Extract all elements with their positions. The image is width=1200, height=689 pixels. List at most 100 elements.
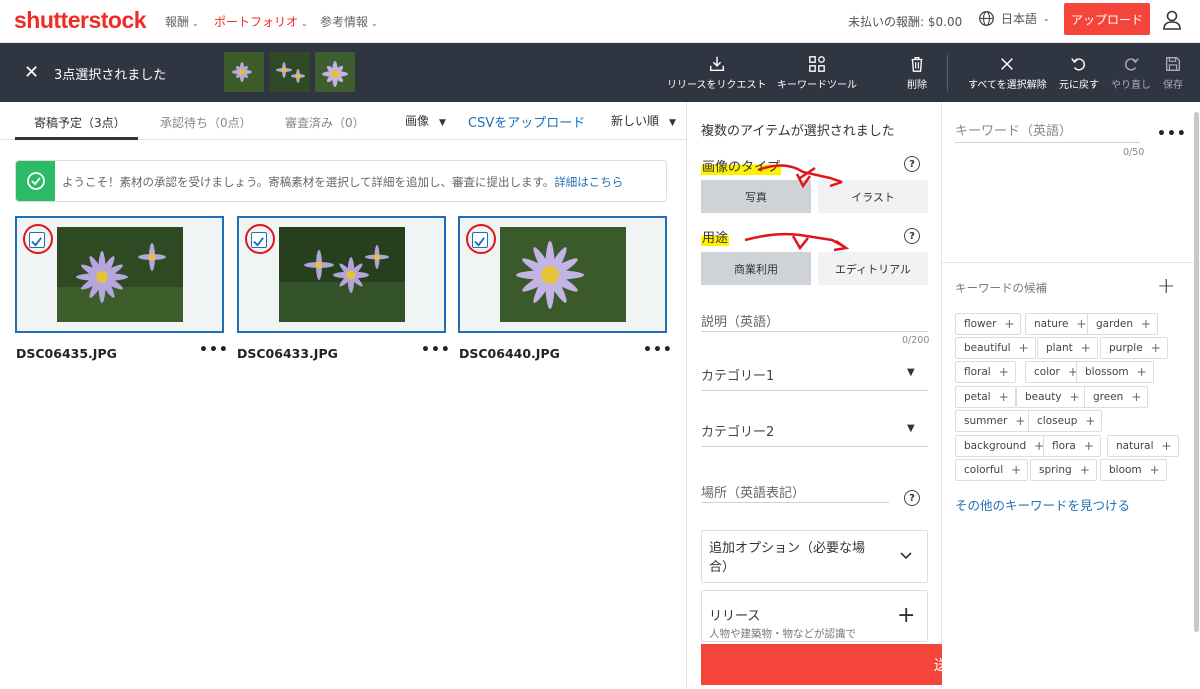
add-keyword-icon[interactable]: + [1084, 439, 1094, 453]
keyword-chip-label: nature [1034, 318, 1069, 330]
asset-more-menu[interactable]: ••• [643, 342, 673, 358]
keyword-chip[interactable]: flower + [955, 313, 1022, 335]
help-icon[interactable]: ? [904, 156, 920, 172]
category2-select[interactable]: カテゴリー2 [701, 421, 774, 440]
category1-select[interactable]: カテゴリー1 [701, 365, 774, 384]
keyword-chip[interactable]: garden + [1087, 313, 1159, 335]
keyword-chip[interactable]: natural + [1107, 435, 1179, 457]
help-icon[interactable]: ? [904, 228, 920, 244]
tab-reviewed[interactable]: 審査済み（0） [285, 114, 365, 131]
keyword-chip[interactable]: plant + [1037, 337, 1098, 359]
add-release-icon[interactable]: + [897, 605, 915, 627]
trash-icon [911, 57, 923, 72]
selected-thumbnail[interactable] [270, 52, 310, 92]
image-type-illustration[interactable]: イラスト [818, 180, 928, 213]
keyword-chip-label: plant [1046, 342, 1073, 354]
additional-options-accordion[interactable]: 追加オプション（必要な場合） [701, 530, 928, 583]
user-account-icon[interactable] [1162, 9, 1182, 35]
add-keyword-icon[interactable]: + [1141, 317, 1151, 331]
keyword-chip[interactable]: floral + [955, 361, 1016, 383]
add-keyword-icon[interactable]: + [1137, 365, 1147, 379]
media-type-filter[interactable]: 画像 ▼ [405, 112, 446, 129]
description-input[interactable]: 説明（英語） [701, 311, 779, 330]
nav-earnings[interactable]: 報酬 ⌄ [165, 13, 199, 30]
add-keyword-icon[interactable]: + [1080, 463, 1090, 477]
request-release-button[interactable]: リリースをリクエスト [667, 55, 767, 91]
keyword-chip[interactable]: blossom + [1076, 361, 1154, 383]
close-selection-icon[interactable]: ✕ [24, 62, 39, 83]
keyword-chip-label: summer [964, 415, 1008, 427]
add-keyword-icon[interactable]: + [1019, 341, 1029, 355]
language-selector[interactable]: 日本語 ⌄ [978, 10, 1050, 27]
save-button[interactable]: 保存 [1163, 55, 1183, 91]
keyword-chip[interactable]: nature + [1025, 313, 1094, 335]
csv-upload-link[interactable]: CSVをアップロード [468, 112, 585, 131]
keyword-chip[interactable]: beauty + [1016, 386, 1087, 408]
selected-thumbnail[interactable] [224, 52, 264, 92]
tab-pending[interactable]: 承認待ち（0点） [160, 114, 252, 131]
image-type-photo[interactable]: 写真 [701, 180, 811, 213]
add-all-keywords-icon[interactable]: + [1157, 274, 1175, 299]
keyword-tool-button[interactable]: キーワードツール [777, 55, 857, 91]
release-section[interactable]: リリース 人物や建築物・物などが認識で + [701, 590, 928, 642]
nav-resources[interactable]: 参考情報 ⌄ [320, 13, 378, 30]
unpaid-earnings[interactable]: 未払いの報酬: $0.00 [848, 13, 962, 30]
shutterstock-logo[interactable]: shutterstock [14, 7, 147, 34]
keywords-panel: キーワード（英語） ••• 0/50 キーワードの候補 + flower + nat… [942, 102, 1200, 689]
nav-portfolio[interactable]: ポートフォリオ ⌄ [214, 13, 308, 30]
asset-card[interactable] [458, 216, 667, 333]
upload-button[interactable]: アップロード [1064, 3, 1150, 35]
keyword-input[interactable]: キーワード（英語） [955, 120, 1072, 139]
keyword-more-menu[interactable]: ••• [1157, 126, 1187, 142]
add-keyword-icon[interactable]: + [1151, 341, 1161, 355]
keyword-chip[interactable]: background + [955, 435, 1052, 457]
keyword-chip[interactable]: spring + [1030, 459, 1097, 481]
keyword-chip[interactable]: green + [1084, 386, 1149, 408]
sort-dropdown[interactable]: 新しい順 ▼ [611, 112, 676, 129]
usage-editorial[interactable]: エディトリアル [818, 252, 928, 285]
add-keyword-icon[interactable]: + [1011, 463, 1021, 477]
delete-button[interactable]: 削除 [907, 55, 927, 91]
find-more-keywords-link[interactable]: その他のキーワードを見つける [955, 495, 1130, 514]
tab-to-submit[interactable]: 寄稿予定（3点） [34, 114, 126, 131]
asset-card[interactable] [237, 216, 446, 333]
add-keyword-icon[interactable]: + [1150, 463, 1160, 477]
keyword-chip[interactable]: colorful + [955, 459, 1029, 481]
add-keyword-icon[interactable]: + [999, 390, 1009, 404]
asset-image [500, 227, 626, 322]
keyword-chip[interactable]: beautiful + [955, 337, 1036, 359]
add-keyword-icon[interactable]: + [1131, 390, 1141, 404]
add-keyword-icon[interactable]: + [1070, 390, 1080, 404]
add-keyword-icon[interactable]: + [1162, 439, 1172, 453]
add-keyword-icon[interactable]: + [1081, 341, 1091, 355]
keyword-chip-label: closeup [1037, 415, 1078, 427]
add-keyword-icon[interactable]: + [1085, 414, 1095, 428]
top-navigation: shutterstock 報酬 ⌄ ポートフォリオ ⌄ 参考情報 ⌄ 未払いの報酬: … [0, 0, 1200, 43]
keyword-chip[interactable]: purple + [1100, 337, 1168, 359]
keyword-chip[interactable]: closeup + [1028, 410, 1103, 432]
location-input[interactable]: 場所（英語表記） [701, 482, 805, 501]
keyword-chip[interactable]: petal + [955, 386, 1016, 408]
learn-more-link[interactable]: 詳細はこちら [554, 175, 623, 189]
add-keyword-icon[interactable]: + [1004, 317, 1014, 331]
help-icon[interactable]: ? [904, 490, 920, 506]
usage-commercial[interactable]: 商業利用 [701, 252, 811, 285]
chevron-down-icon: ⌄ [301, 19, 308, 28]
asset-more-menu[interactable]: ••• [199, 342, 229, 358]
deselect-all-button[interactable]: すべてを選択解除 [968, 55, 1047, 91]
keyword-chip[interactable]: bloom + [1100, 459, 1167, 481]
keyword-chip[interactable]: summer + [955, 410, 1033, 432]
asset-filename: DSC06435.JPG [16, 346, 117, 361]
asset-card[interactable] [15, 216, 224, 333]
undo-button[interactable]: 元に戻す [1059, 55, 1099, 91]
asset-more-menu[interactable]: ••• [421, 342, 451, 358]
additional-options-label: 追加オプション（必要な場合） [709, 541, 866, 575]
keyword-chip[interactable]: flora + [1043, 435, 1101, 457]
add-keyword-icon[interactable]: + [1076, 317, 1086, 331]
add-keyword-icon[interactable]: + [999, 365, 1009, 379]
scrollbar[interactable] [1194, 112, 1199, 632]
selected-thumbnail[interactable] [315, 52, 355, 92]
redo-button[interactable]: やり直し [1111, 55, 1151, 91]
keyword-chip-label: natural [1116, 440, 1154, 452]
add-keyword-icon[interactable]: + [1015, 414, 1025, 428]
